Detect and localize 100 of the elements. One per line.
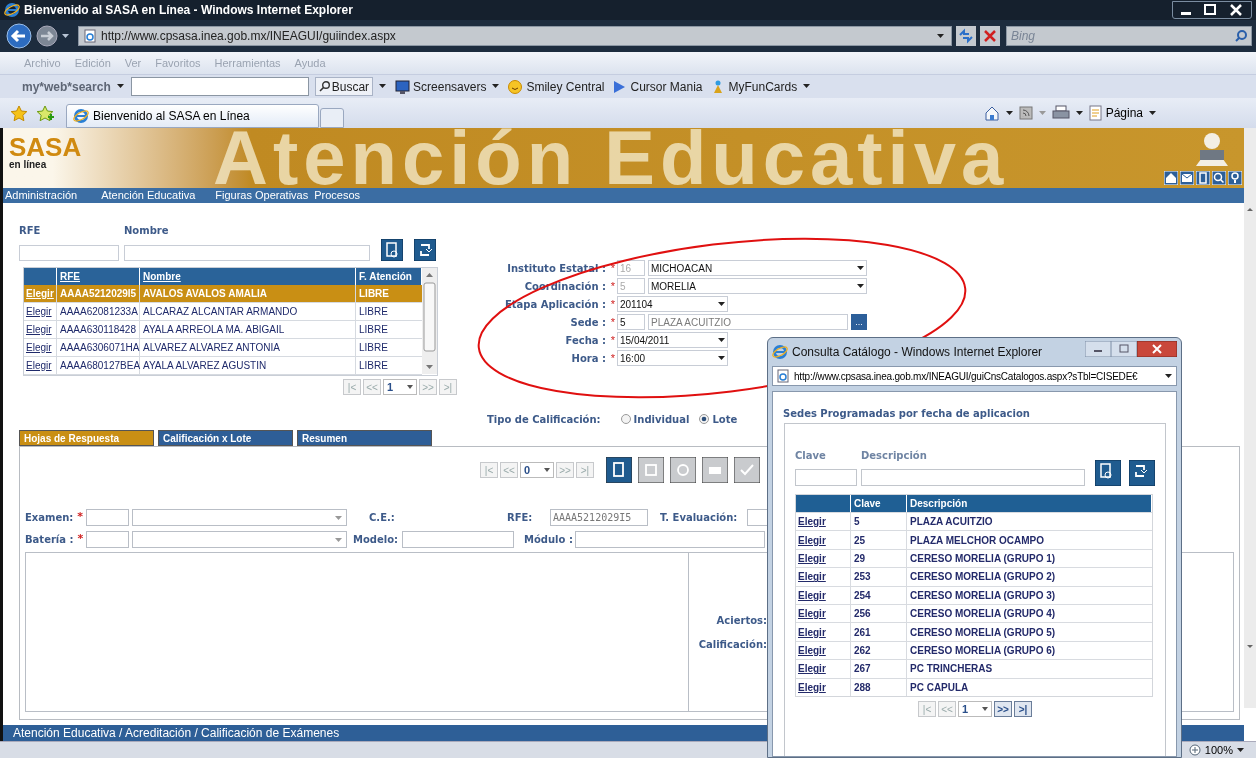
table-row[interactable]: Elegir AAAA680127BEA AYALA ALVAREZ AGUSTIN LIBRE	[24, 357, 422, 375]
caret-icon[interactable]	[1005, 111, 1013, 115]
refresh-button[interactable]	[414, 239, 436, 261]
window-title: Consulta Catálogo - Windows Internet Explorer	[792, 344, 1043, 361]
menu-item[interactable]: Figuras Operativas	[215, 187, 309, 204]
select-link[interactable]: Elegir	[798, 642, 826, 658]
lookup-button[interactable]: ...	[851, 314, 867, 330]
pager-button[interactable]: >>	[994, 700, 1012, 717]
caret-icon[interactable]	[62, 33, 70, 39]
select-link[interactable]: Elegir	[24, 357, 57, 374]
zoom-level[interactable]: 100%	[1204, 741, 1233, 758]
caret-icon[interactable]	[492, 84, 501, 89]
menu-item[interactable]: Procesos	[314, 187, 361, 204]
field-label: C.E.:	[369, 511, 395, 525]
table-row[interactable]: Elegir AAAA6306071HA ALVAREZ ALVAREZ ANTONIA LIBRE	[24, 339, 422, 357]
search-button[interactable]	[1095, 460, 1121, 486]
input-field[interactable]	[86, 531, 129, 548]
select-link[interactable]: Elegir	[24, 303, 57, 320]
toolbar-link[interactable]: Screensavers	[395, 77, 487, 96]
caret-icon	[1165, 373, 1173, 379]
input-field[interactable]	[795, 469, 857, 486]
page-menu-button[interactable]: Página	[1088, 104, 1143, 122]
column-header[interactable]: Descripción	[907, 495, 1152, 512]
input-field[interactable]	[575, 531, 765, 548]
search-button[interactable]	[381, 239, 403, 261]
mail-icon[interactable]	[1180, 171, 1194, 185]
address-field[interactable]: http://www.cpsasa.inea.gob.mx/INEAGUI/guiCnsCatalogos.aspx?sTbl=CISEDE€	[772, 366, 1177, 386]
caret-icon[interactable]	[379, 84, 388, 89]
field-label: Calificación:	[698, 638, 767, 652]
home-icon[interactable]	[1164, 171, 1178, 185]
table-cell: 256	[851, 604, 907, 623]
select-link[interactable]: Elegir	[798, 532, 826, 548]
scrollbar[interactable]	[1244, 128, 1256, 708]
toolbar-brand[interactable]: my*web*search	[22, 77, 111, 96]
feed-icon[interactable]	[1018, 106, 1033, 120]
tab[interactable]: Calificación x Lote	[158, 430, 293, 446]
select-link[interactable]: Elegir	[798, 661, 826, 677]
home-icon[interactable]	[983, 105, 1000, 121]
input-field[interactable]	[402, 531, 514, 548]
input-field[interactable]	[19, 245, 119, 261]
caret-icon[interactable]	[116, 84, 125, 89]
search-button[interactable]: Buscar	[314, 77, 374, 96]
tab[interactable]: Resumen	[297, 430, 432, 446]
select-link[interactable]: Elegir	[798, 606, 826, 622]
input-field[interactable]	[86, 509, 129, 526]
zoom-icon[interactable]	[1188, 744, 1201, 756]
table-row[interactable]: Elegir AAAA62081233A ALCARAZ ALCANTAR ARMANDO LIBRE	[24, 303, 422, 321]
select-link[interactable]: Elegir	[798, 550, 826, 566]
field-label: Nombre	[124, 224, 169, 237]
select-link[interactable]: Elegir	[798, 514, 826, 530]
page-dropdown[interactable]: 1	[958, 700, 992, 717]
input-field[interactable]	[130, 77, 309, 96]
radio-option[interactable]: Individual	[620, 411, 690, 427]
caret-icon[interactable]	[1075, 111, 1083, 115]
search-icon[interactable]	[1235, 30, 1247, 42]
dropdown[interactable]: 15/04/2011	[617, 332, 728, 348]
dropdown[interactable]: MICHOACAN	[648, 260, 867, 276]
back-button[interactable]	[6, 23, 32, 49]
radio-option[interactable]: Lote	[699, 411, 738, 427]
table-row[interactable]: Elegir AAAA630118428 AYALA ARREOLA MA. ABIGAIL LIBRE	[24, 321, 422, 339]
select-link[interactable]: Elegir	[798, 569, 826, 585]
select-link[interactable]: Elegir	[24, 339, 57, 356]
refresh-button[interactable]	[1129, 460, 1155, 486]
page-dropdown[interactable]: 1	[383, 379, 417, 395]
select-link[interactable]: Elegir	[798, 587, 826, 603]
caret-icon[interactable]	[803, 84, 812, 89]
add-favorite-icon[interactable]	[36, 105, 54, 123]
pager-button[interactable]: >|	[1014, 700, 1032, 717]
input-field[interactable]	[861, 469, 1085, 486]
column-header[interactable]: Clave	[851, 495, 907, 512]
menu-item[interactable]: Atención Educativa	[101, 187, 196, 204]
caret-icon[interactable]	[937, 33, 945, 39]
toolbar-link[interactable]: Smiley Central	[508, 77, 605, 96]
close-button[interactable]	[1137, 341, 1177, 357]
caret-icon[interactable]	[1149, 111, 1156, 115]
scrollbar[interactable]	[422, 268, 437, 374]
browser-tab[interactable]: Bienvenido al SASA en Línea	[66, 104, 319, 128]
search-icon[interactable]	[1212, 171, 1226, 185]
page-dropdown[interactable]: 0	[520, 462, 554, 478]
stop-button[interactable]	[980, 26, 1000, 46]
menu-item[interactable]: Administración	[5, 187, 78, 204]
input-field[interactable]: 5	[617, 314, 645, 330]
input-field[interactable]	[124, 245, 370, 261]
favorites-star-icon[interactable]	[10, 105, 28, 123]
select-link[interactable]: Elegir	[798, 679, 826, 695]
table-cell: ALVAREZ ALVAREZ ANTONIA	[140, 339, 356, 356]
table-cell: 261	[851, 623, 907, 641]
select-link[interactable]: Elegir	[24, 321, 57, 338]
forward-button[interactable]	[36, 25, 58, 47]
toolbar-link[interactable]: MyFunCards	[710, 77, 798, 96]
dropdown[interactable]: 16:00	[617, 350, 728, 366]
dropdown[interactable]: MORELIA	[648, 278, 867, 294]
new-document-icon[interactable]	[606, 457, 632, 483]
address-field[interactable]: http://www.cpsasa.inea.gob.mx/INEAGUI/guiindex.aspx	[78, 26, 952, 46]
page-icon	[776, 369, 790, 383]
select-link[interactable]: Elegir	[798, 624, 826, 640]
toolbar-link[interactable]: Cursor Mania	[612, 77, 703, 96]
caret-icon[interactable]	[1237, 748, 1244, 752]
address-text: http://www.cpsasa.inea.gob.mx/INEAGUI/guiindex.aspx	[101, 28, 397, 45]
dropdown[interactable]: 201104	[617, 296, 728, 312]
